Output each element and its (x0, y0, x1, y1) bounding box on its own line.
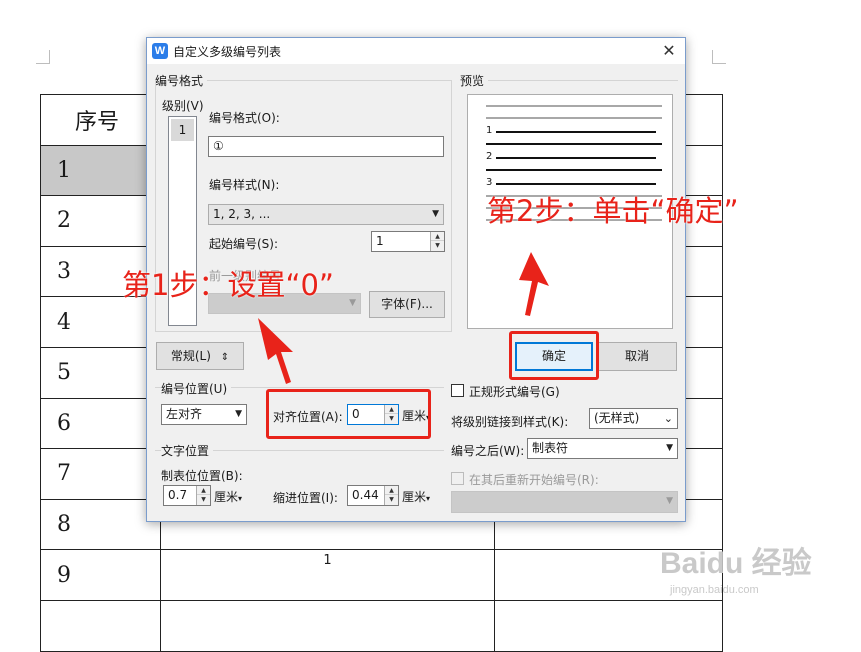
follow-number-select[interactable]: 制表符 ▼ (527, 438, 678, 459)
style-label: 编号样式(N): (209, 178, 280, 192)
preview-line (496, 157, 656, 159)
watermark-url: jingyan.baidu.com (670, 584, 759, 596)
preview-group-label: 预览 (460, 72, 489, 89)
start-number-spinner[interactable]: 1 ▲ ▼ (371, 231, 445, 252)
spinner-buttons[interactable]: ▲ ▼ (430, 232, 444, 251)
table-cell-number[interactable]: 7 (40, 448, 161, 500)
wps-app-icon: W (152, 43, 168, 59)
normal-toggle-button[interactable]: 常规(L) ⇕ (156, 342, 244, 370)
table-cell-number[interactable]: 4 (40, 296, 161, 348)
spin-up-icon[interactable]: ▲ (385, 486, 398, 495)
spinner-buttons[interactable]: ▲ ▼ (196, 486, 210, 505)
table-cell-number[interactable]: 2 (40, 195, 161, 247)
table-cell[interactable] (494, 599, 723, 652)
small-dropdown-icon: ▾ (238, 494, 243, 503)
preview-line (486, 117, 662, 119)
tab-position-spinner[interactable]: 0.7 ▲ ▼ (163, 485, 211, 506)
follow-number-label: 编号之后(W): (451, 444, 525, 458)
preview-line (496, 183, 656, 185)
number-position-group-label: 编号位置(U) (161, 380, 232, 397)
preview-number: 3 (486, 177, 493, 188)
spin-up-icon[interactable]: ▲ (197, 486, 210, 495)
style-select-value: 1, 2, 3, ... (213, 207, 271, 221)
table-cell-number[interactable] (40, 599, 161, 652)
table-header-cell[interactable]: 序号 (40, 94, 161, 146)
preview-number: 2 (486, 151, 493, 162)
unit-dropdown[interactable]: 厘米▾ (214, 488, 242, 505)
dropdown-arrow-icon: ▼ (235, 409, 242, 419)
format-label: 编号格式(O): (209, 111, 280, 125)
indent-value: 0.44 (352, 488, 379, 502)
restart-level-select: ▼ (451, 491, 678, 513)
start-number-value: 1 (376, 234, 384, 248)
spin-down-icon[interactable]: ▼ (431, 241, 444, 250)
link-style-select[interactable]: (无样式) ⌄ (589, 408, 678, 429)
level-label: 级别(V) (162, 99, 204, 113)
table-row: 91 (40, 549, 723, 601)
highlight-align-position (266, 389, 431, 439)
link-style-value: (无样式) (594, 411, 640, 425)
dialog-title: 自定义多级编号列表 (173, 45, 282, 59)
watermark-logo: Baidu 经验 (660, 547, 812, 580)
unit-label: 厘米 (214, 490, 239, 504)
follow-number-value: 制表符 (532, 441, 569, 455)
expand-collapse-icon: ⇕ (220, 352, 230, 363)
style-select[interactable]: 1, 2, 3, ... ▼ (208, 204, 444, 225)
indent-label: 缩进位置(I): (273, 491, 338, 505)
alignment-select[interactable]: 左对齐 ▼ (161, 404, 247, 425)
spinner-buttons[interactable]: ▲ ▼ (384, 486, 398, 505)
step1-annotation: 第1步：设置“0” (122, 268, 334, 302)
close-button[interactable]: ✕ (653, 38, 685, 64)
preview-number: 1 (486, 125, 493, 136)
dropdown-arrow-icon: ▼ (349, 298, 356, 308)
group-divider (460, 80, 678, 81)
table-cell-number[interactable]: 5 (40, 346, 161, 399)
level-list-item[interactable]: 1 (171, 119, 194, 141)
alignment-value: 左对齐 (166, 407, 203, 421)
table-row (40, 599, 723, 652)
restart-label: 在其后重新开始编号(R): (469, 473, 599, 487)
cancel-button[interactable]: 取消 (597, 342, 677, 371)
inner-cell-number: 1 (323, 553, 332, 569)
tab-position-value: 0.7 (168, 488, 188, 502)
preview-line (486, 169, 662, 171)
page-corner-mark-right (712, 50, 726, 64)
small-dropdown-icon: ▾ (426, 494, 431, 503)
preview-line (496, 131, 656, 133)
table-cell-number[interactable]: 6 (40, 397, 161, 450)
spin-up-icon[interactable]: ▲ (431, 232, 444, 241)
text-position-group-label: 文字位置 (161, 442, 214, 459)
unit-dropdown[interactable]: 厘米▾ (402, 488, 430, 505)
dropdown-arrow-icon: ▼ (432, 209, 439, 219)
format-input[interactable]: ① (208, 136, 444, 157)
dialog-titlebar[interactable]: W 自定义多级编号列表 ✕ (147, 38, 685, 64)
restart-checkbox (451, 472, 464, 485)
font-button[interactable]: 字体(F)... (369, 291, 445, 318)
spin-down-icon[interactable]: ▼ (197, 495, 210, 504)
page-corner-mark-left (36, 50, 50, 64)
table-cell[interactable] (160, 599, 495, 652)
step2-annotation: 第2步：单击“确定” (487, 194, 739, 228)
spin-down-icon[interactable]: ▼ (385, 495, 398, 504)
dropdown-arrow-icon: ▼ (666, 496, 673, 506)
table-cell-number[interactable]: 8 (40, 498, 161, 551)
link-style-label: 将级别链接到样式(K): (451, 415, 569, 429)
dropdown-arrow-icon: ⌄ (663, 412, 673, 425)
table-cell[interactable]: 1 (160, 549, 495, 601)
unit-label: 厘米 (402, 490, 427, 504)
table-cell-number[interactable]: 9 (40, 549, 161, 601)
highlight-ok-button (509, 331, 599, 380)
preview-line (486, 105, 662, 107)
normal-button-label: 常规(L) (170, 349, 211, 363)
legal-style-checkbox[interactable] (451, 384, 464, 397)
start-number-label: 起始编号(S): (209, 237, 279, 251)
legal-style-label: 正规形式编号(G) (469, 385, 560, 399)
indent-spinner[interactable]: 0.44 ▲ ▼ (347, 485, 399, 506)
preview-line (486, 143, 662, 145)
table-cell-number[interactable]: 1 (40, 144, 161, 197)
dropdown-arrow-icon: ▼ (666, 443, 673, 453)
tab-position-label: 制表位位置(B): (161, 469, 243, 483)
